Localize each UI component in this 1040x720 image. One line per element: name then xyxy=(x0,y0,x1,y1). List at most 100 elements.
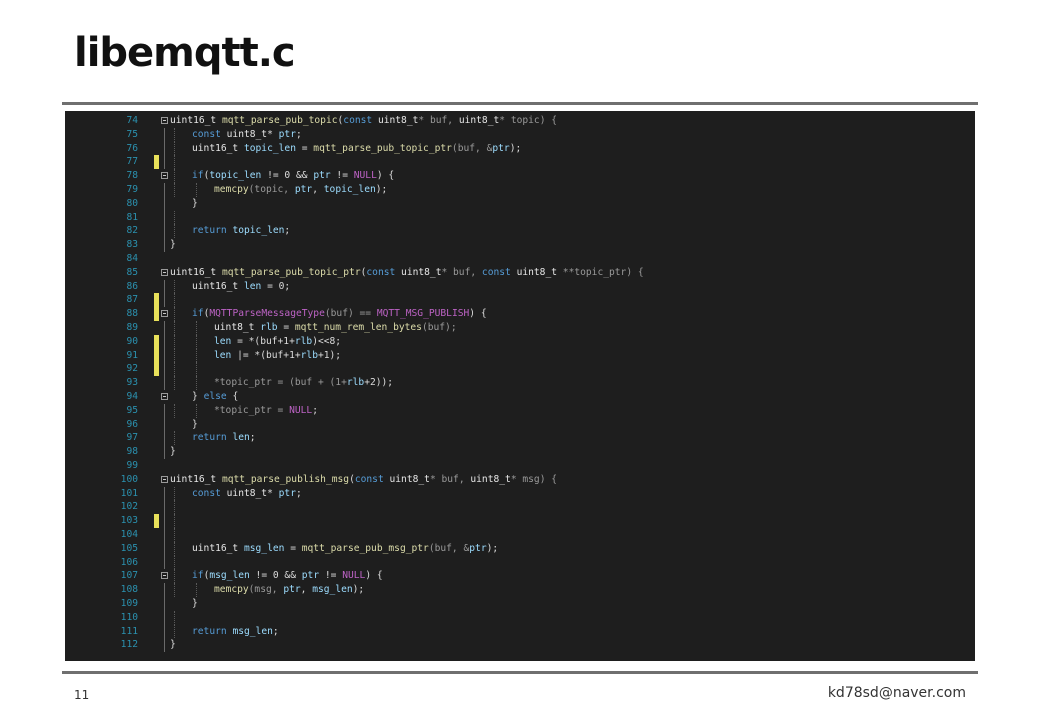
code-token: return xyxy=(192,432,233,444)
code-line[interactable]: 92 xyxy=(65,362,975,377)
code-token: } xyxy=(192,418,198,430)
indent-guide xyxy=(174,362,175,377)
code-token: uint16_t xyxy=(192,542,244,554)
code-token: const xyxy=(366,266,402,278)
code-token: ) { xyxy=(469,308,487,320)
fold-guide xyxy=(164,555,165,570)
code-token: = xyxy=(295,142,314,154)
code-token: MQTTParseMessageType xyxy=(209,308,325,320)
code-token: (buf, & xyxy=(451,142,493,154)
code-text: uint16_t msg_len = mqtt_parse_pub_msg_pt… xyxy=(192,542,498,556)
code-line[interactable]: 108 memcpy(msg, ptr, msg_len); xyxy=(65,583,975,597)
code-line[interactable]: 107 if(msg_len != 0 && ptr != NULL) { xyxy=(65,569,975,584)
code-text: uint8_t rlb = mqtt_num_rem_len_bytes(buf… xyxy=(214,321,457,335)
code-line[interactable]: 93 *topic_ptr = (buf + (1+rlb+2)); xyxy=(65,376,975,390)
code-line[interactable]: 75 const uint8_t* ptr; xyxy=(65,127,975,142)
code-line[interactable]: 97 return len; xyxy=(65,431,975,446)
code-token: msg_len xyxy=(312,584,353,596)
indent-guide xyxy=(174,431,175,446)
collapse-icon[interactable] xyxy=(161,172,168,180)
code-token: const xyxy=(481,266,517,278)
collapse-icon[interactable] xyxy=(161,393,168,400)
code-line[interactable]: 76 uint16_t topic_len = mqtt_parse_pub_to… xyxy=(65,141,975,156)
fold-guide xyxy=(164,238,165,252)
fold-guide xyxy=(164,334,165,349)
indent-guide xyxy=(174,210,175,225)
code-line[interactable]: 100 uint16_t mqtt_parse_publish_msg(const… xyxy=(65,473,975,487)
code-line[interactable]: 96} xyxy=(65,417,975,432)
page-number: 11 xyxy=(74,688,90,702)
code-line[interactable]: 89 uint8_t rlb = mqtt_num_rem_len_bytes(b… xyxy=(65,321,975,335)
code-line[interactable]: 105 uint16_t msg_len = mqtt_parse_pub_msg… xyxy=(65,541,975,556)
code-line[interactable]: 111 return msg_len; xyxy=(65,624,975,639)
collapse-icon[interactable] xyxy=(161,475,168,483)
code-line[interactable]: 94} else { xyxy=(65,390,975,404)
code-token: ptr xyxy=(492,142,510,154)
line-number: 101 xyxy=(120,487,138,499)
code-line[interactable]: 99 xyxy=(65,459,975,473)
code-line[interactable]: 77 xyxy=(65,155,975,170)
code-line[interactable]: 109} xyxy=(65,597,975,611)
change-marker xyxy=(154,348,159,363)
code-line[interactable]: 88 if(MQTTParseMessageType(buf) == MQTT_M… xyxy=(65,307,975,321)
code-editor[interactable]: 74 uint16_t mqtt_parse_pub_topic(const ui… xyxy=(65,111,975,661)
code-line[interactable]: 85 uint16_t mqtt_parse_pub_topic_ptr(cons… xyxy=(65,266,975,280)
fold-guide xyxy=(164,348,165,363)
fold-guide xyxy=(164,514,165,528)
fold-guide xyxy=(164,624,165,639)
code-line[interactable]: 79 memcpy(topic, ptr, topic_len); xyxy=(65,183,975,197)
code-line[interactable]: 83} xyxy=(65,238,975,252)
code-token: **topic_ptr) { xyxy=(562,266,644,278)
code-token: uint8_t xyxy=(470,473,511,485)
indent-guide xyxy=(196,183,197,197)
code-line[interactable]: 95 *topic_ptr = NULL; xyxy=(65,403,975,418)
code-token: ); xyxy=(509,142,522,154)
code-line[interactable]: 81 xyxy=(65,210,975,225)
code-token: mqtt_num_rem_len_bytes xyxy=(294,322,422,333)
code-line[interactable]: 112} xyxy=(65,638,975,653)
code-token: } xyxy=(170,446,176,458)
code-token: msg_len xyxy=(243,542,285,554)
code-token: } xyxy=(170,239,176,251)
code-line[interactable]: 78 if(topic_len != 0 && ptr != NULL) { xyxy=(65,169,975,183)
fold-guide xyxy=(164,583,165,597)
collapse-icon[interactable] xyxy=(161,572,168,580)
code-line[interactable]: 103 xyxy=(65,514,975,528)
code-line[interactable]: 91 len |= *(buf+1+rlb+1); xyxy=(65,348,975,363)
code-line[interactable]: 101 const uint8_t* ptr; xyxy=(65,486,975,501)
code-token: , xyxy=(312,184,324,195)
code-text: } xyxy=(192,418,198,432)
code-line[interactable]: 98} xyxy=(65,445,975,459)
code-line[interactable]: 87 xyxy=(65,293,975,308)
indent-guide xyxy=(196,362,197,377)
code-token: (topic, xyxy=(248,184,295,195)
code-text: const uint8_t* ptr; xyxy=(192,128,302,142)
code-line[interactable]: 80} xyxy=(65,196,975,211)
collapse-icon[interactable] xyxy=(161,310,168,318)
code-token: { xyxy=(232,391,239,402)
code-line[interactable]: 82 return topic_len; xyxy=(65,224,975,239)
code-line[interactable]: 86 uint16_t len = 0; xyxy=(65,279,975,294)
code-line[interactable]: 74 uint16_t mqtt_parse_pub_topic(const ui… xyxy=(65,114,975,128)
indent-guide xyxy=(174,403,175,418)
collapse-icon[interactable] xyxy=(161,117,168,124)
fold-guide xyxy=(164,362,165,377)
code-token: msg_len xyxy=(232,625,273,637)
code-line[interactable]: 110 xyxy=(65,610,975,625)
code-token: * buf, xyxy=(441,266,482,278)
code-token: +1); xyxy=(317,349,342,361)
code-token: ) { xyxy=(376,170,395,182)
code-token: (buf) == xyxy=(324,308,377,320)
code-line[interactable]: 90 len = *(buf+1+rlb)<<8; xyxy=(65,334,975,349)
code-line[interactable]: 84 xyxy=(65,252,975,266)
indent-guide xyxy=(174,514,175,528)
line-number: 76 xyxy=(126,142,138,154)
code-token: uint16_t xyxy=(170,115,222,126)
line-number: 92 xyxy=(126,363,138,375)
line-number: 98 xyxy=(126,446,138,458)
code-line[interactable]: 102 xyxy=(65,500,975,515)
collapse-icon[interactable] xyxy=(161,268,168,276)
fold-guide xyxy=(164,210,165,225)
code-line[interactable]: 106 xyxy=(65,555,975,570)
code-line[interactable]: 104 xyxy=(65,528,975,542)
